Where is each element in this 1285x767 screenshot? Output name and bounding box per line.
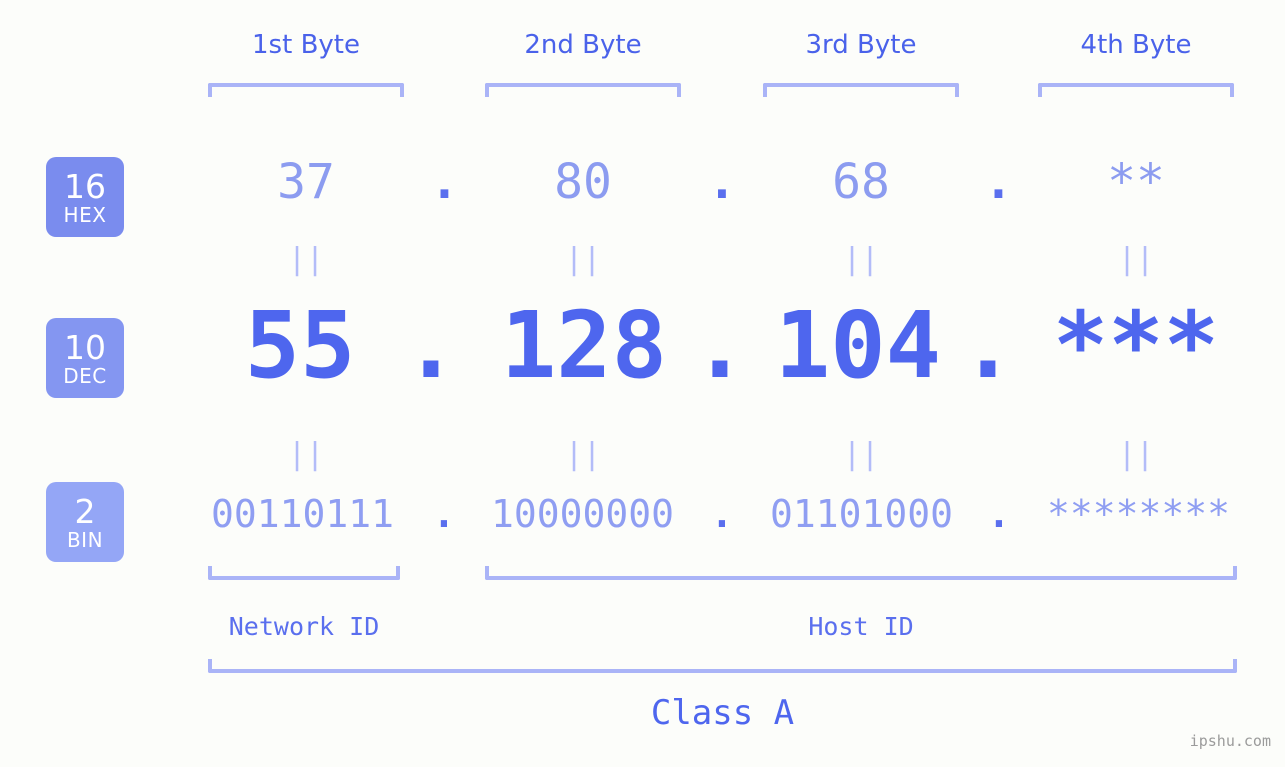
- equals-separator-dec-bin-4: ||: [1117, 437, 1155, 472]
- byte-header-4: 4th Byte: [1080, 30, 1192, 60]
- byte-bracket-1: [208, 83, 404, 97]
- radix-badge-dec-name: DEC: [63, 363, 107, 388]
- site-watermark: ipshu.com: [1189, 732, 1271, 750]
- dec-separator-2: .: [692, 292, 748, 399]
- hex-value-byte-1: 37: [277, 154, 335, 210]
- bin-value-byte-4: ********: [1046, 492, 1231, 536]
- class-bracket: [208, 659, 1237, 673]
- dec-separator-1: .: [403, 292, 459, 399]
- radix-badge-hex: 16 HEX: [46, 157, 124, 237]
- radix-badge-hex-name: HEX: [63, 202, 107, 227]
- equals-separator-dec-bin-2: ||: [564, 437, 602, 472]
- hex-value-byte-3: 68: [832, 154, 890, 210]
- network-id-label: Network ID: [228, 612, 380, 641]
- class-label: Class A: [650, 693, 795, 733]
- dec-separator-3: .: [960, 292, 1016, 399]
- ip-breakdown-diagram: 1st Byte 2nd Byte 3rd Byte 4th Byte 16 H…: [0, 0, 1285, 767]
- bin-value-byte-3: 01101000: [769, 492, 954, 536]
- bin-value-byte-1: 00110111: [210, 492, 395, 536]
- dec-value-byte-1: 55: [244, 292, 356, 399]
- bin-separator-1: .: [432, 492, 456, 536]
- byte-header-1: 1st Byte: [252, 30, 360, 60]
- byte-bracket-4: [1038, 83, 1234, 97]
- network-id-bracket: [208, 566, 400, 580]
- bin-separator-3: .: [987, 492, 1011, 536]
- hex-value-byte-4: **: [1107, 154, 1165, 210]
- radix-badge-bin: 2 BIN: [46, 482, 124, 562]
- equals-separator-hex-dec-3: ||: [842, 242, 880, 277]
- equals-separator-dec-bin-3: ||: [842, 437, 880, 472]
- bin-separator-2: .: [710, 492, 734, 536]
- equals-separator-hex-dec-2: ||: [564, 242, 602, 277]
- radix-badge-bin-name: BIN: [66, 527, 104, 552]
- dec-value-byte-2: 128: [500, 292, 668, 399]
- dec-value-byte-3: 104: [774, 292, 942, 399]
- host-id-bracket: [485, 566, 1237, 580]
- hex-separator-1: .: [430, 154, 459, 210]
- hex-separator-3: .: [984, 154, 1013, 210]
- byte-header-3: 3rd Byte: [805, 30, 917, 60]
- host-id-label: Host ID: [808, 612, 914, 641]
- radix-badge-hex-number: 16: [64, 166, 106, 206]
- bin-value-byte-2: 10000000: [490, 492, 675, 536]
- dec-value-byte-4: ***: [1052, 292, 1220, 399]
- equals-separator-hex-dec-1: ||: [287, 242, 325, 277]
- radix-badge-bin-number: 2: [74, 491, 96, 531]
- byte-bracket-2: [485, 83, 681, 97]
- hex-separator-2: .: [707, 154, 737, 210]
- radix-badge-dec-number: 10: [64, 327, 106, 367]
- equals-separator-dec-bin-1: ||: [287, 437, 325, 472]
- byte-bracket-3: [763, 83, 959, 97]
- equals-separator-hex-dec-4: ||: [1117, 242, 1155, 277]
- hex-value-byte-2: 80: [554, 154, 612, 210]
- byte-header-2: 2nd Byte: [524, 30, 642, 60]
- radix-badge-dec: 10 DEC: [46, 318, 124, 398]
